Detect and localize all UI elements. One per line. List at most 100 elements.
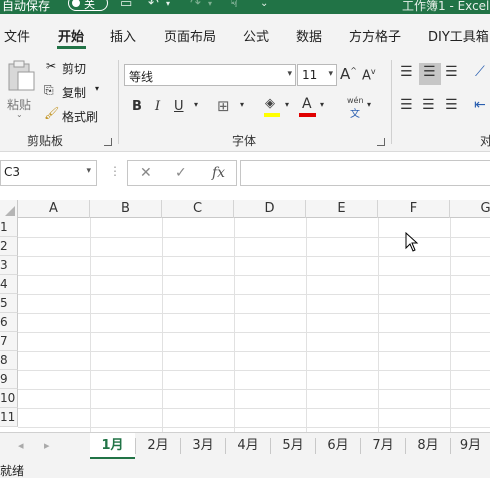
phonetic-top: wén: [347, 96, 364, 105]
toggle-knob: [72, 0, 80, 7]
tab-data[interactable]: 数据: [296, 26, 322, 45]
insert-function-button[interactable]: fx: [212, 165, 225, 181]
row-header-7[interactable]: 7: [0, 332, 18, 351]
sheet-tab-1[interactable]: 1月: [90, 433, 135, 459]
fill-color-button[interactable]: ◈: [264, 96, 282, 118]
underline-dropdown-icon[interactable]: ▾: [194, 100, 198, 109]
row-header-1[interactable]: 1: [0, 218, 18, 237]
align-center-icon[interactable]: ☰: [422, 97, 435, 113]
column-header-a[interactable]: A: [18, 200, 90, 218]
title-bar: 自动保存 关 ▭ ↶ ▾ ↷ ▾ ☟ ⌄ 工作簿1 - Excel: [0, 0, 490, 14]
tab-fangfang[interactable]: 方方格子: [349, 26, 401, 45]
column-header-c[interactable]: C: [162, 200, 234, 218]
row-header-6[interactable]: 6: [0, 313, 18, 332]
touch-mode-icon[interactable]: ☟: [230, 0, 238, 11]
sheet-tab-8[interactable]: 8月: [406, 433, 450, 459]
column-header-g[interactable]: G: [450, 200, 490, 218]
phonetic-button[interactable]: wén 文: [345, 96, 365, 120]
tab-page-layout[interactable]: 页面布局: [164, 26, 216, 45]
next-sheet-icon[interactable]: ▸: [44, 439, 50, 452]
sheet-tab-2[interactable]: 2月: [136, 433, 180, 459]
align-bottom-icon[interactable]: ☰: [445, 64, 458, 80]
alignment-group-label: 对: [480, 134, 490, 148]
indent-icon[interactable]: ⇤: [474, 97, 486, 113]
customize-toolbar-icon[interactable]: ⌄: [260, 0, 268, 9]
undo-icon[interactable]: ↶: [148, 0, 159, 11]
row-gridline: [18, 237, 490, 238]
column-header-d[interactable]: D: [234, 200, 306, 218]
clipboard-launcher-icon[interactable]: [104, 138, 112, 146]
column-header-f[interactable]: F: [378, 200, 450, 218]
cut-button[interactable]: 剪切: [62, 60, 86, 77]
enter-button[interactable]: ✓: [175, 165, 187, 181]
paste-button[interactable]: 粘贴 ⌄: [4, 60, 38, 120]
cancel-button[interactable]: ✕: [140, 165, 152, 181]
excel-window: 自动保存 关 ▭ ↶ ▾ ↷ ▾ ☟ ⌄ 工作簿1 - Excel 文件 开始 …: [0, 0, 490, 478]
row-gridline: [18, 275, 490, 276]
save-icon[interactable]: ▭: [120, 0, 132, 11]
italic-button[interactable]: I: [155, 99, 160, 114]
status-bar: 就绪: [0, 460, 490, 478]
row-header-2[interactable]: 2: [0, 237, 18, 256]
shrink-font-button[interactable]: Av: [362, 67, 376, 83]
borders-icon[interactable]: ⊞: [217, 97, 230, 115]
redo-icon[interactable]: ↷: [190, 0, 201, 11]
column-gridline: [450, 218, 451, 432]
sheet-tab-9[interactable]: 9月: [451, 433, 490, 459]
tab-diy-toolbox[interactable]: DIY工具箱: [428, 26, 489, 45]
font-size-combo[interactable]: 11 ▾: [297, 64, 337, 86]
fill-color-dropdown-icon[interactable]: ▾: [285, 100, 289, 109]
name-box[interactable]: C3 ▾: [0, 160, 97, 186]
grow-font-button[interactable]: A^: [340, 65, 357, 83]
tab-file[interactable]: 文件: [4, 26, 30, 45]
autosave-label: 自动保存: [2, 0, 51, 13]
row-gridline: [18, 408, 490, 409]
column-header-b[interactable]: B: [90, 200, 162, 218]
align-top-icon[interactable]: ☰: [400, 64, 413, 80]
row-header-5[interactable]: 5: [0, 294, 18, 313]
bold-button[interactable]: B: [132, 99, 142, 114]
column-gridline: [90, 218, 91, 432]
orientation-icon[interactable]: ⟋: [475, 64, 485, 80]
align-left-icon[interactable]: ☰: [400, 97, 413, 113]
prev-sheet-icon[interactable]: ◂: [18, 439, 24, 452]
phonetic-dropdown-icon[interactable]: ▾: [367, 100, 371, 109]
font-name-combo[interactable]: 等线 ▾: [124, 64, 296, 86]
tab-formulas[interactable]: 公式: [243, 26, 269, 45]
align-middle-button[interactable]: ☰: [419, 63, 441, 85]
formula-input[interactable]: [240, 160, 490, 186]
sheet-tab-6[interactable]: 6月: [316, 433, 360, 459]
font-launcher-icon[interactable]: [377, 138, 385, 146]
sheet-tab-5[interactable]: 5月: [271, 433, 315, 459]
redo-dropdown-icon[interactable]: ▾: [208, 0, 212, 8]
sheet-tab-3[interactable]: 3月: [181, 433, 225, 459]
row-gridline: [18, 332, 490, 333]
copy-button[interactable]: 复制: [62, 84, 86, 101]
copy-dropdown-icon[interactable]: ▾: [95, 84, 99, 93]
row-header-11[interactable]: 11: [0, 408, 18, 427]
tab-insert[interactable]: 插入: [110, 26, 136, 45]
autosave-toggle[interactable]: 关: [68, 0, 108, 11]
fill-bucket-icon: ◈: [265, 96, 275, 111]
row-header-10[interactable]: 10: [0, 389, 18, 408]
row-header-9[interactable]: 9: [0, 370, 18, 389]
tab-home[interactable]: 开始: [58, 26, 84, 45]
row-header-3[interactable]: 3: [0, 256, 18, 275]
sheet-tab-4[interactable]: 4月: [226, 433, 270, 459]
borders-dropdown-icon[interactable]: ▾: [240, 100, 244, 109]
font-color-dropdown-icon[interactable]: ▾: [320, 100, 324, 109]
column-gridline: [306, 218, 307, 432]
font-color-swatch: [299, 113, 316, 117]
group-separator: [118, 60, 119, 144]
align-right-icon[interactable]: ☰: [445, 97, 458, 113]
row-header-8[interactable]: 8: [0, 351, 18, 370]
underline-button[interactable]: U: [174, 99, 184, 114]
column-header-e[interactable]: E: [306, 200, 378, 218]
sheet-tab-7[interactable]: 7月: [361, 433, 405, 459]
row-header-4[interactable]: 4: [0, 275, 18, 294]
sheet-tab-bar: ◂ ▸ 1月 2月 3月 4月 5月 6月 7月 8月 9月: [0, 432, 490, 460]
undo-dropdown-icon[interactable]: ▾: [166, 0, 170, 8]
font-color-button[interactable]: A: [299, 96, 317, 118]
select-all-button[interactable]: [0, 200, 18, 218]
format-painter-button[interactable]: 格式刷: [62, 108, 98, 125]
